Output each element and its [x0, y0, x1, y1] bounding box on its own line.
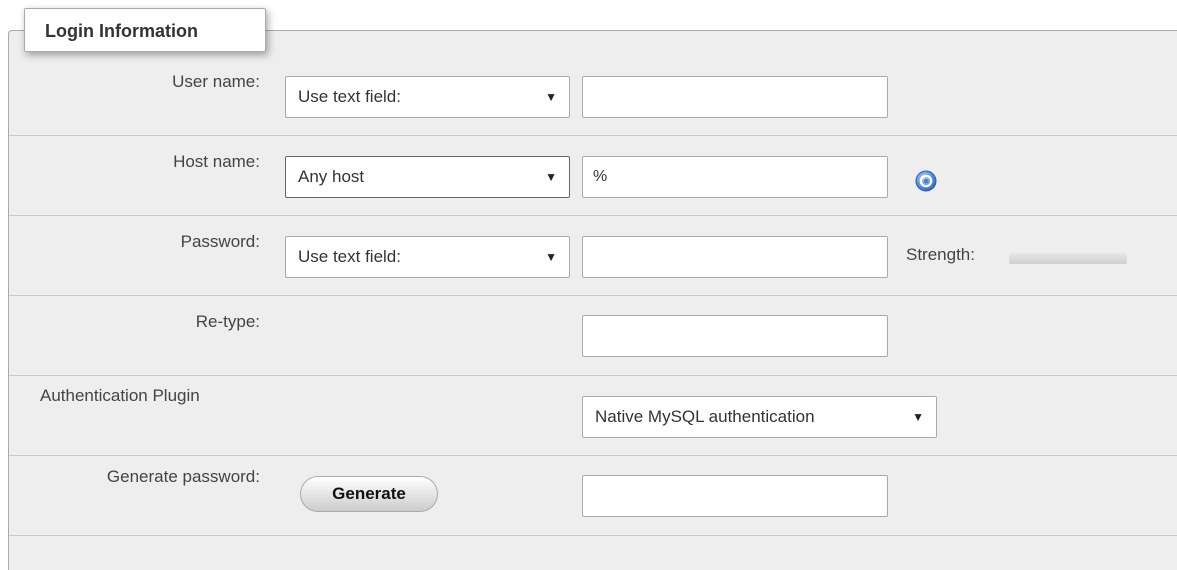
chevron-down-icon: ▼ [545, 90, 557, 104]
retype-password-input[interactable] [582, 315, 888, 357]
password-strength-label: Strength: [906, 245, 975, 264]
row-divider [9, 375, 1177, 376]
row-divider [9, 295, 1177, 296]
retype-label: Re-type: [195, 312, 260, 331]
host-name-type-value: Any host [298, 167, 365, 186]
password-label: Password: [180, 232, 260, 251]
authentication-plugin-label: Authentication Plugin [40, 386, 200, 405]
row-divider [9, 535, 1177, 536]
generate-button[interactable]: Generate [300, 476, 438, 512]
row-divider [9, 455, 1177, 456]
row-divider [9, 215, 1177, 216]
help-icon[interactable] [915, 170, 937, 192]
password-type-value: Use text field: [298, 247, 401, 266]
generated-password-input[interactable] [582, 475, 888, 517]
user-name-label: User name: [172, 72, 260, 91]
password-input[interactable] [582, 236, 888, 278]
password-strength-meter [1009, 253, 1127, 264]
authentication-plugin-value: Native MySQL authentication [595, 407, 815, 426]
host-name-input[interactable]: % [582, 156, 888, 198]
user-name-input[interactable] [582, 76, 888, 118]
host-name-label: Host name: [173, 152, 260, 171]
password-type-select[interactable]: Use text field: ▼ [285, 236, 570, 278]
chevron-down-icon: ▼ [545, 250, 557, 264]
chevron-down-icon: ▼ [545, 170, 557, 184]
authentication-plugin-select[interactable]: Native MySQL authentication ▼ [582, 396, 937, 438]
row-divider [9, 135, 1177, 136]
user-name-type-select[interactable]: Use text field: ▼ [285, 76, 570, 118]
generate-password-label: Generate password: [106, 467, 260, 486]
login-information-legend: Login Information [24, 8, 266, 52]
chevron-down-icon: ▼ [912, 410, 924, 424]
host-name-type-select[interactable]: Any host ▼ [285, 156, 570, 198]
user-name-type-value: Use text field: [298, 87, 401, 106]
